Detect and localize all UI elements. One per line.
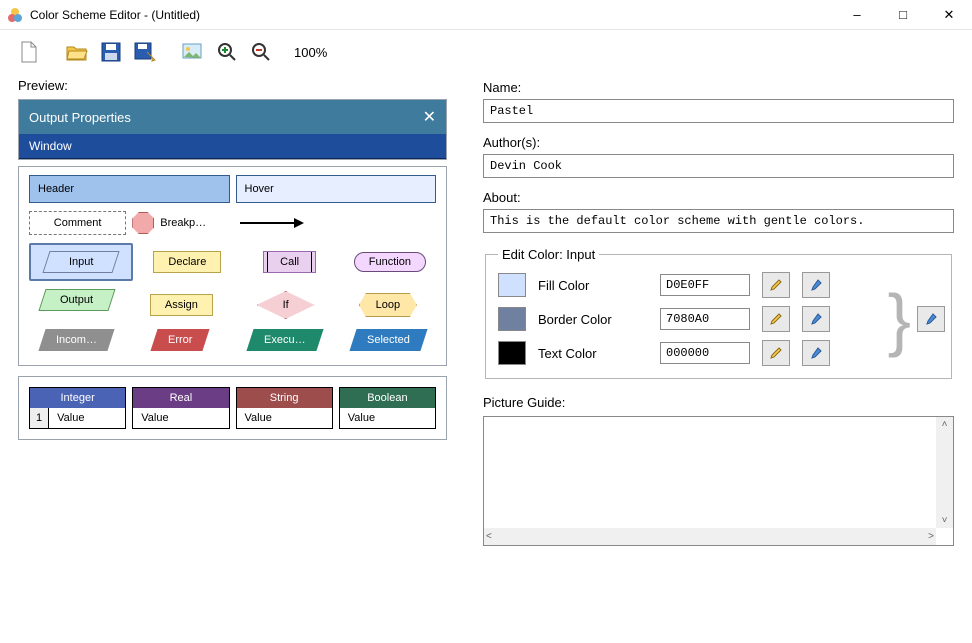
toolbar: 100%	[0, 30, 972, 74]
about-input[interactable]	[483, 209, 954, 233]
incoming-swatch[interactable]: Incom…	[29, 329, 125, 351]
text-color-row: Text Color	[498, 340, 939, 366]
boolean-type[interactable]: Boolean Value	[339, 387, 436, 429]
chevron-up-icon: ˄	[942, 419, 948, 430]
text-edit-button[interactable]	[762, 340, 790, 366]
zoom-out-button[interactable]	[246, 37, 276, 67]
window-controls: – □ ✕	[834, 0, 972, 29]
real-type[interactable]: Real Value	[132, 387, 229, 429]
eyedropper-icon	[924, 312, 938, 326]
eyedropper-icon	[809, 278, 823, 292]
preview-window-menu-item: Window	[19, 134, 446, 159]
preview-window-title: Output Properties	[29, 110, 131, 125]
pencil-icon	[769, 346, 783, 360]
close-button[interactable]: ✕	[926, 0, 972, 29]
flowchart-preview: Header Hover Comment Breakp… Input Decla…	[18, 166, 447, 366]
selected-swatch[interactable]: Selected	[340, 329, 436, 351]
fill-color-swatch	[498, 273, 526, 297]
picture-guide-box[interactable]: ˄˅ ˂˃	[483, 416, 954, 546]
close-icon: ✕	[423, 107, 436, 127]
fill-edit-button[interactable]	[762, 272, 790, 298]
fill-color-input[interactable]	[660, 274, 750, 296]
eyedropper-icon	[809, 312, 823, 326]
border-edit-button[interactable]	[762, 306, 790, 332]
name-label: Name:	[483, 80, 954, 95]
border-pick-button[interactable]	[802, 306, 830, 332]
border-color-row: Border Color	[498, 306, 939, 332]
executing-swatch[interactable]: Execu…	[237, 329, 333, 351]
preview-window-title-bar: Output Properties ✕	[19, 100, 446, 134]
arrow-icon	[236, 213, 306, 233]
picture-guide-label: Picture Guide:	[483, 395, 954, 410]
about-label: About:	[483, 190, 954, 205]
open-button[interactable]	[62, 37, 92, 67]
text-color-label: Text Color	[538, 346, 648, 361]
pencil-icon	[769, 278, 783, 292]
function-swatch[interactable]: Function	[344, 243, 436, 281]
title-bar: Color Scheme Editor - (Untitled) – □ ✕	[0, 0, 972, 30]
name-input[interactable]	[483, 99, 954, 123]
text-color-input[interactable]	[660, 342, 750, 364]
border-color-label: Border Color	[538, 312, 648, 327]
authors-input[interactable]	[483, 154, 954, 178]
vertical-scrollbar[interactable]: ˄˅	[936, 417, 953, 528]
minimize-button[interactable]: –	[834, 0, 880, 29]
fill-pick-button[interactable]	[802, 272, 830, 298]
assign-swatch[interactable]: Assign	[131, 289, 231, 321]
hover-swatch[interactable]: Hover	[236, 175, 437, 203]
declare-swatch[interactable]: Declare	[139, 243, 235, 281]
chevron-down-icon: ˅	[942, 515, 948, 526]
chevron-left-icon: ˂	[486, 531, 492, 542]
data-types-preview: Integer 1Value Real Value String Value B…	[18, 376, 447, 440]
brace-icon: }	[888, 288, 911, 351]
save-as-button[interactable]	[130, 37, 160, 67]
image-button[interactable]	[178, 37, 208, 67]
horizontal-scrollbar[interactable]: ˂˃	[484, 528, 936, 545]
arrow-swatch[interactable]	[236, 211, 333, 235]
string-type[interactable]: String Value	[236, 387, 333, 429]
fill-color-row: Fill Color	[498, 272, 939, 298]
fill-color-label: Fill Color	[538, 278, 648, 293]
error-swatch[interactable]: Error	[133, 329, 229, 351]
authors-label: Author(s):	[483, 135, 954, 150]
comment-swatch[interactable]: Comment	[29, 211, 126, 235]
integer-type[interactable]: Integer 1Value	[29, 387, 126, 429]
chevron-right-icon: ˃	[928, 531, 934, 542]
border-color-input[interactable]	[660, 308, 750, 330]
edit-color-legend: Edit Color: Input	[498, 247, 599, 262]
zoom-label: 100%	[294, 45, 327, 60]
pick-all-button[interactable]	[917, 306, 945, 332]
text-pick-button[interactable]	[802, 340, 830, 366]
header-swatch[interactable]: Header	[29, 175, 230, 203]
border-color-swatch	[498, 307, 526, 331]
eyedropper-icon	[809, 346, 823, 360]
if-swatch[interactable]: If	[238, 289, 334, 321]
preview-label: Preview:	[18, 78, 447, 93]
breakpoint-swatch[interactable]: Breakp…	[132, 211, 229, 235]
app-icon	[6, 6, 24, 24]
octagon-icon	[132, 212, 154, 234]
zoom-in-button[interactable]	[212, 37, 242, 67]
edit-color-group: Edit Color: Input Fill Color Border Colo…	[485, 247, 952, 379]
preview-window: Output Properties ✕ Window	[18, 99, 447, 160]
call-swatch[interactable]: Call	[242, 243, 338, 281]
loop-swatch[interactable]: Loop	[340, 289, 436, 321]
save-button[interactable]	[96, 37, 126, 67]
text-color-swatch	[498, 341, 526, 365]
input-swatch-selected[interactable]: Input	[29, 243, 133, 281]
window-title: Color Scheme Editor - (Untitled)	[30, 8, 834, 22]
new-file-button[interactable]	[14, 37, 44, 67]
maximize-button[interactable]: □	[880, 0, 926, 29]
pencil-icon	[769, 312, 783, 326]
output-swatch[interactable]: Output	[29, 289, 125, 321]
